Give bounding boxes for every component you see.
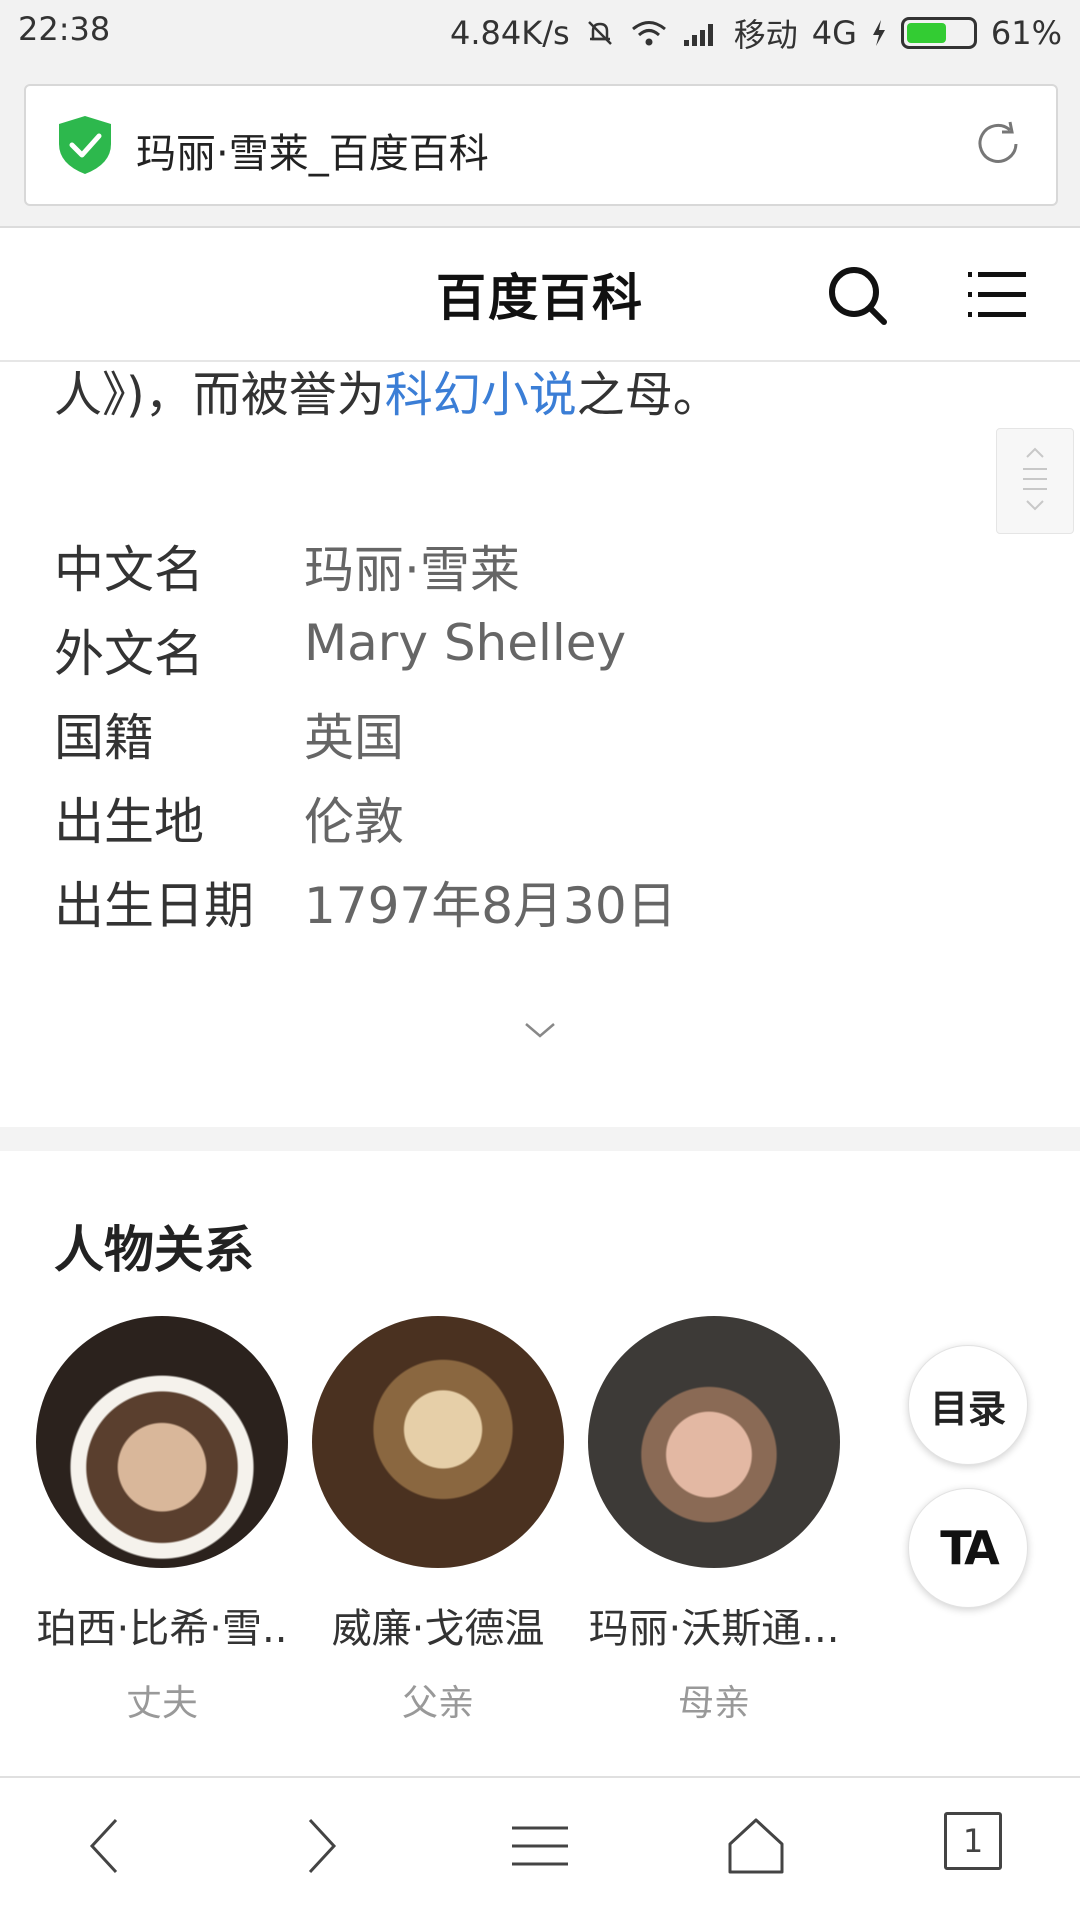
relation-role: 母亲 bbox=[677, 1683, 750, 1724]
menu-lines-icon[interactable] bbox=[508, 1814, 572, 1878]
network-speed: 4.84K/s bbox=[450, 14, 570, 52]
status-indicators: 4.84K/s 移动 4G 61% bbox=[450, 10, 1062, 56]
battery-percent: 61% bbox=[990, 14, 1062, 52]
signal-icon bbox=[683, 24, 713, 46]
section-divider bbox=[0, 1127, 1080, 1151]
info-value: 玛丽·雪莱 bbox=[304, 541, 520, 599]
info-value: Mary Shelley bbox=[304, 614, 627, 672]
browser-address-area: 玛丽·雪莱_百度百科 bbox=[0, 62, 1080, 228]
browser-bottom-nav: 1 bbox=[0, 1776, 1080, 1922]
avatar[interactable] bbox=[588, 1316, 840, 1568]
intro-link[interactable]: 科幻小说 bbox=[385, 367, 577, 423]
intro-text-after: 之母。 bbox=[576, 367, 721, 423]
info-key: 外文名 bbox=[54, 625, 204, 683]
page-title: 玛丽·雪莱_百度百科 bbox=[136, 131, 489, 177]
site-header: 百度百科 bbox=[0, 228, 1080, 362]
battery-icon bbox=[900, 17, 977, 49]
scroll-handle[interactable] bbox=[996, 428, 1074, 534]
carrier-name: 移动 bbox=[733, 16, 798, 54]
intro-text-before: 人》)，而被誉为 bbox=[54, 367, 385, 423]
mute-bell-icon bbox=[587, 21, 612, 45]
avatar[interactable] bbox=[36, 1316, 288, 1568]
relation-name[interactable]: 玛丽·沃斯通... bbox=[586, 1596, 842, 1654]
address-bar[interactable]: 玛丽·雪莱_百度百科 bbox=[24, 84, 1058, 206]
relation-card-mother[interactable]: 玛丽·沃斯通... 母亲 bbox=[586, 1316, 842, 1726]
reload-icon[interactable] bbox=[970, 116, 1026, 172]
chevron-down-icon[interactable] bbox=[522, 1018, 558, 1042]
toc-button[interactable]: 目录 bbox=[908, 1345, 1028, 1465]
info-value: 1797年8月30日 bbox=[304, 877, 677, 935]
search-icon[interactable] bbox=[826, 264, 890, 328]
intro-text: 人》)，而被誉为科幻小说之母。 bbox=[54, 355, 721, 425]
tabs-icon[interactable]: 1 bbox=[944, 1812, 1002, 1870]
info-key: 出生地 bbox=[54, 793, 204, 851]
network-type: 4G bbox=[811, 14, 857, 52]
info-value: 英国 bbox=[304, 709, 404, 767]
battery-fill bbox=[906, 23, 946, 43]
avatar[interactable] bbox=[312, 1316, 564, 1568]
relation-name[interactable]: 珀西·比希·雪.. bbox=[34, 1596, 290, 1654]
shield-check-icon bbox=[59, 116, 111, 174]
relation-card-father[interactable]: 威廉·戈德温 父亲 bbox=[310, 1316, 566, 1726]
info-key: 出生日期 bbox=[54, 877, 254, 935]
charging-icon bbox=[872, 20, 885, 46]
relation-name[interactable]: 威廉·戈德温 bbox=[310, 1596, 566, 1654]
forward-icon[interactable] bbox=[300, 1814, 344, 1878]
status-bar: 22:38 4.84K/s 移动 4G 61% bbox=[0, 0, 1080, 62]
back-icon[interactable] bbox=[82, 1814, 126, 1878]
info-key: 国籍 bbox=[54, 709, 154, 767]
info-key: 中文名 bbox=[54, 541, 204, 599]
status-time: 22:38 bbox=[18, 10, 111, 48]
home-icon[interactable] bbox=[726, 1814, 786, 1878]
relation-card-husband[interactable]: 珀西·比希·雪.. 丈夫 bbox=[34, 1316, 290, 1726]
info-value: 伦敦 bbox=[304, 793, 404, 851]
wifi-icon bbox=[631, 21, 666, 46]
scroll-handle-icon bbox=[1023, 447, 1047, 511]
relations-heading: 人物关系 bbox=[54, 1221, 254, 1279]
tab-count: 1 bbox=[962, 1822, 984, 1860]
font-size-button[interactable]: TA bbox=[908, 1488, 1028, 1608]
menu-icon[interactable] bbox=[968, 270, 1028, 320]
relation-role: 父亲 bbox=[401, 1683, 474, 1724]
site-brand[interactable]: 百度百科 bbox=[0, 258, 1080, 330]
relation-role: 丈夫 bbox=[125, 1683, 198, 1724]
